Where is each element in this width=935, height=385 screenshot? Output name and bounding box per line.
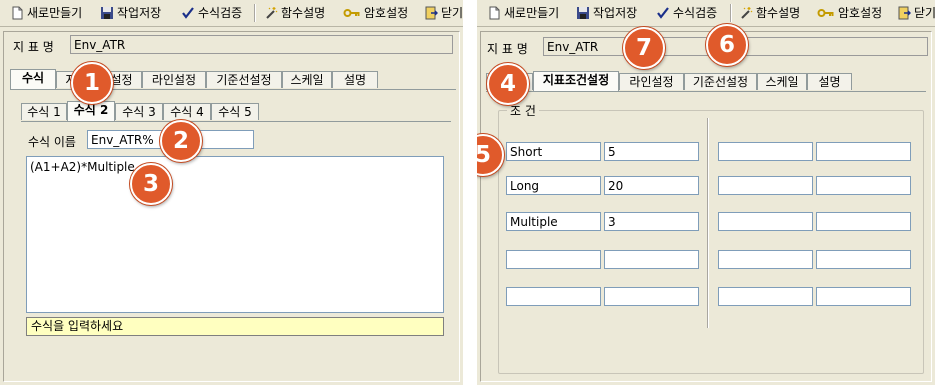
condition-value-input-7[interactable] — [816, 176, 911, 195]
new-button[interactable]: 새로만들기 — [10, 3, 82, 23]
callout-badge-3: 3 — [130, 163, 172, 205]
condition-value-input-9[interactable] — [816, 250, 911, 269]
tab-formula-1[interactable]: 수식 1 — [21, 103, 67, 120]
tab-description[interactable]: 설명 — [332, 71, 378, 88]
tab-scale[interactable]: 스케일 — [757, 73, 807, 90]
formula-tabs: 수식 1 수식 2 수식 3 수식 4 수식 5 — [21, 101, 451, 121]
new-document-icon — [487, 6, 501, 20]
formula-name-label: 수식 이름 — [28, 135, 76, 149]
tab-description[interactable]: 설명 — [807, 73, 852, 90]
verify-button[interactable]: 수식검증 — [181, 3, 242, 23]
main-tabs: 수식 지표조건설정 라인설정 기준선설정 스케일 설명 — [486, 71, 926, 91]
condition-value-input-2[interactable]: 20 — [604, 176, 699, 195]
formula-tabs-baseline — [21, 121, 451, 122]
save-button-label: 작업저장 — [117, 6, 162, 20]
condition-value-input-1[interactable]: 5 — [604, 142, 699, 161]
index-conditions-panel: 새로만들기 작업저장 수식검증 함수설명 암호설정 닫기 지 표 명 Env_A… — [477, 0, 935, 385]
condition-name-input-1[interactable]: Short — [506, 142, 601, 161]
exit-door-icon — [897, 6, 911, 20]
indicator-name-label: 지 표 명 — [13, 40, 54, 54]
magic-wand-icon — [264, 6, 278, 20]
condition-value-input-6[interactable] — [816, 142, 911, 161]
close-button[interactable]: 닫기 — [424, 3, 463, 23]
new-button[interactable]: 새로만들기 — [487, 3, 559, 23]
save-icon — [100, 6, 114, 20]
main-tabs-baseline — [486, 91, 926, 92]
tab-formula[interactable]: 수식 — [10, 69, 56, 89]
tab-formula-2[interactable]: 수식 2 — [67, 101, 115, 121]
checkmark-icon — [656, 6, 670, 20]
condition-name-input-7[interactable] — [718, 176, 813, 195]
function-description-button[interactable]: 함수설명 — [739, 3, 800, 23]
exit-door-icon — [424, 6, 438, 20]
save-button[interactable]: 작업저장 — [576, 3, 637, 23]
tab-index-conditions-tail: 설정 — [110, 73, 133, 87]
conditions-divider — [707, 118, 709, 328]
password-button[interactable]: 암호설정 — [343, 3, 408, 23]
key-icon — [817, 6, 835, 20]
condition-name-input-2[interactable]: Long — [506, 176, 601, 195]
verify-button-label: 수식검증 — [673, 6, 718, 20]
tab-formula-3[interactable]: 수식 3 — [115, 103, 163, 120]
tab-baseline-settings[interactable]: 기준선설정 — [684, 73, 757, 90]
magic-wand-icon — [739, 6, 753, 20]
close-button-label: 닫기 — [441, 6, 463, 20]
indicator-name-field[interactable]: Env_ATR — [70, 35, 453, 54]
checkmark-icon — [181, 6, 195, 20]
password-button-label: 암호설정 — [838, 6, 883, 20]
new-button-label: 새로만들기 — [27, 6, 83, 20]
callout-badge-7: 7 — [623, 27, 665, 69]
condition-name-input-9[interactable] — [718, 250, 813, 269]
callout-badge-4: 4 — [487, 63, 529, 105]
condition-value-input-3[interactable]: 3 — [604, 212, 699, 231]
tab-line-settings[interactable]: 라인설정 — [619, 73, 684, 90]
condition-name-input-5[interactable] — [506, 287, 601, 306]
condition-value-input-10[interactable] — [816, 287, 911, 306]
save-icon — [576, 6, 590, 20]
function-description-button[interactable]: 함수설명 — [264, 3, 325, 23]
formula-editor-panel: 새로만들기 작업저장 수식검증 함수설명 암호설정 닫기 지 표 명 Env_A… — [0, 0, 463, 385]
condition-name-input-10[interactable] — [718, 287, 813, 306]
new-document-icon — [10, 6, 24, 20]
verify-button-label: 수식검증 — [198, 6, 243, 20]
condition-name-input-4[interactable] — [506, 250, 601, 269]
tab-scale[interactable]: 스케일 — [282, 71, 332, 88]
condition-value-input-4[interactable] — [604, 250, 699, 269]
tab-index-conditions[interactable]: 지표조건설정 — [533, 71, 619, 91]
function-description-label: 함수설명 — [281, 6, 326, 20]
password-button-label: 암호설정 — [364, 6, 409, 20]
verify-button[interactable]: 수식검증 — [656, 3, 717, 23]
key-icon — [343, 6, 361, 20]
condition-value-input-8[interactable] — [816, 212, 911, 231]
tab-formula-4[interactable]: 수식 4 — [163, 103, 211, 120]
formula-expression-text: (A1+A2)*Multiple — [30, 160, 135, 174]
tab-line-settings[interactable]: 라인설정 — [142, 71, 206, 88]
condition-name-input-8[interactable] — [718, 212, 813, 231]
condition-name-input-3[interactable]: Multiple — [506, 212, 601, 231]
toolbar: 새로만들기 작업저장 수식검증 함수설명 암호설정 닫기 — [0, 0, 463, 27]
close-button-label: 닫기 — [914, 6, 935, 20]
tab-baseline-settings[interactable]: 기준선설정 — [206, 71, 282, 88]
close-button[interactable]: 닫기 — [897, 3, 935, 23]
callout-badge-6: 6 — [706, 24, 748, 66]
formula-hint-bar: 수식을 입력하세요 — [26, 317, 444, 336]
password-button[interactable]: 암호설정 — [817, 3, 882, 23]
toolbar-separator — [254, 4, 256, 22]
toolbar: 새로만들기 작업저장 수식검증 함수설명 암호설정 닫기 — [477, 0, 935, 27]
tab-formula-5[interactable]: 수식 5 — [211, 103, 259, 120]
save-button[interactable]: 작업저장 — [100, 3, 161, 23]
indicator-name-label: 지 표 명 — [487, 42, 528, 56]
new-button-label: 새로만들기 — [504, 6, 560, 20]
callout-badge-2: 2 — [160, 120, 202, 162]
toolbar-separator — [730, 4, 732, 22]
condition-name-input-6[interactable] — [718, 142, 813, 161]
formula-expression-editor[interactable]: (A1+A2)*Multiple — [26, 156, 444, 313]
function-description-label: 함수설명 — [756, 6, 801, 20]
callout-badge-1: 1 — [71, 62, 113, 104]
save-button-label: 작업저장 — [593, 6, 638, 20]
condition-value-input-5[interactable] — [604, 287, 699, 306]
